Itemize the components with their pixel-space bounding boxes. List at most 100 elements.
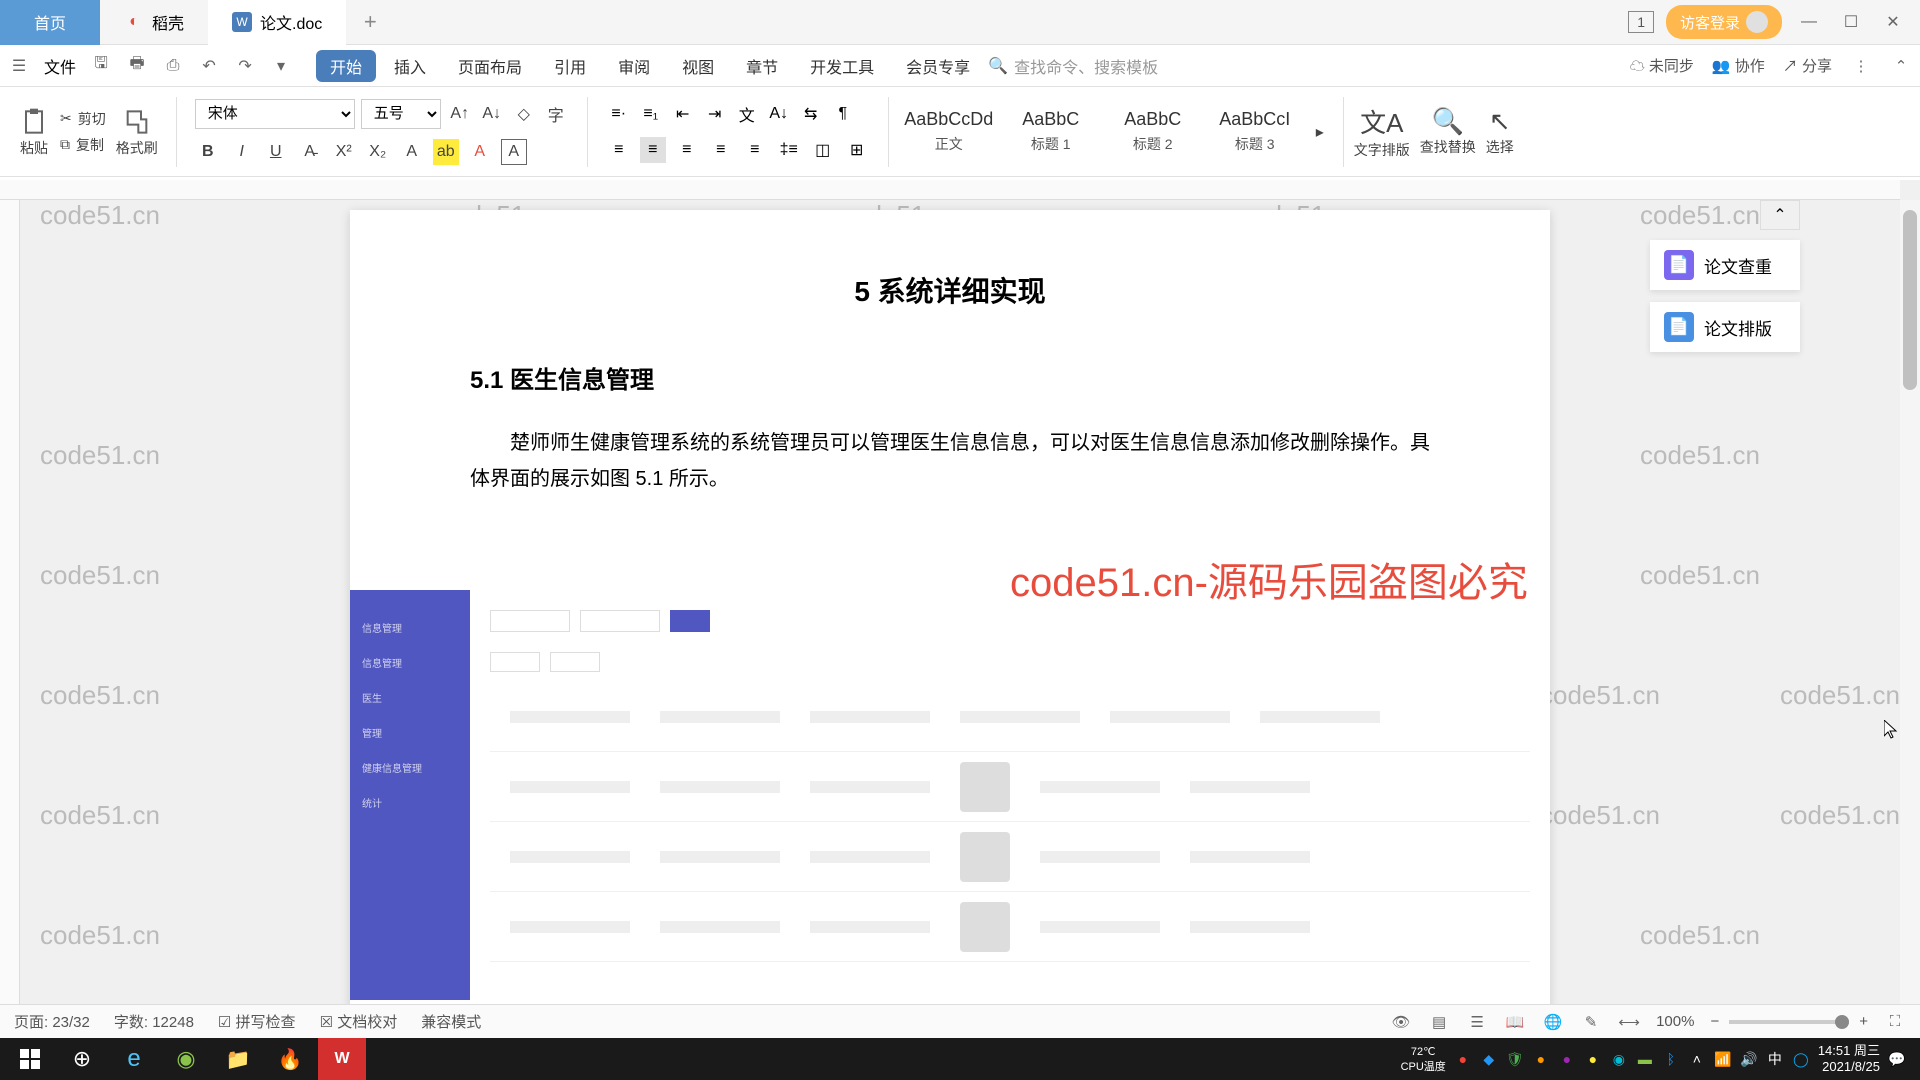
print-icon[interactable]: 🖶 bbox=[126, 55, 148, 77]
task-wps-icon[interactable]: W bbox=[318, 1038, 366, 1080]
copy-button[interactable]: ⧉复制 bbox=[60, 135, 106, 155]
typeset-button[interactable]: 📄 论文排版 bbox=[1650, 302, 1800, 352]
menu-review[interactable]: 审阅 bbox=[604, 50, 664, 82]
style-heading3[interactable]: AaBbCcI标题 3 bbox=[1205, 97, 1305, 167]
panel-toggle-button[interactable]: ⌃ bbox=[1760, 200, 1800, 230]
format-painter-button[interactable]: 格式刷 bbox=[116, 106, 158, 158]
task-app-icon[interactable]: 🔥 bbox=[266, 1038, 314, 1080]
text-layout-button[interactable]: 文A 文字排版 bbox=[1354, 103, 1410, 160]
tab-button[interactable]: ⇆ bbox=[798, 101, 824, 127]
task-explorer-icon[interactable]: 📁 bbox=[214, 1038, 262, 1080]
align-justify-button[interactable]: ≡ bbox=[708, 137, 734, 163]
menu-icon[interactable]: ☰ bbox=[8, 55, 30, 77]
select-button[interactable]: ↖ 选择 bbox=[1486, 106, 1514, 157]
tray-circle-icon[interactable]: ◯ bbox=[1792, 1050, 1810, 1068]
scrollbar-thumb[interactable] bbox=[1903, 210, 1917, 390]
style-heading1[interactable]: AaBbC标题 1 bbox=[1001, 97, 1101, 167]
clear-format-icon[interactable]: ◇ bbox=[511, 101, 537, 127]
collapse-ribbon-icon[interactable]: ⌃ bbox=[1890, 55, 1912, 77]
grow-font-icon[interactable]: A↑ bbox=[447, 101, 473, 127]
show-marks-button[interactable]: ¶ bbox=[830, 101, 856, 127]
menu-page-layout[interactable]: 页面布局 bbox=[444, 50, 536, 82]
file-menu[interactable]: 文件 bbox=[44, 54, 76, 78]
shrink-font-icon[interactable]: A↓ bbox=[479, 101, 505, 127]
strike-button[interactable]: A̵ bbox=[297, 139, 323, 165]
font-size-select[interactable]: 五号 bbox=[361, 99, 441, 129]
tab-docker[interactable]: ◐ 稻壳 bbox=[100, 0, 208, 45]
styles-more-button[interactable]: ▸ bbox=[1307, 119, 1333, 145]
distribute-button[interactable]: ≡ bbox=[742, 137, 768, 163]
find-replace-button[interactable]: 🔍 查找替换 bbox=[1420, 106, 1476, 157]
tray-icon[interactable]: 🛡 bbox=[1506, 1050, 1524, 1068]
eye-care-icon[interactable]: 👁 bbox=[1390, 1011, 1412, 1033]
fit-width-icon[interactable]: ⟷ bbox=[1618, 1011, 1640, 1033]
borders-button[interactable]: ⊞ bbox=[844, 137, 870, 163]
sync-status[interactable]: ☁ 未同步 bbox=[1630, 55, 1694, 76]
font-name-select[interactable]: 宋体 bbox=[195, 99, 355, 129]
tray-icon[interactable]: ● bbox=[1454, 1050, 1472, 1068]
task-copilot-icon[interactable]: ⊕ bbox=[58, 1038, 106, 1080]
tray-icon[interactable]: ● bbox=[1584, 1050, 1602, 1068]
style-normal[interactable]: AaBbCcDd正文 bbox=[899, 97, 999, 167]
align-left-button[interactable]: ≡ bbox=[606, 137, 632, 163]
tab-add-button[interactable]: + bbox=[346, 0, 394, 45]
save-icon[interactable]: 🖫 bbox=[90, 55, 112, 77]
menu-devtools[interactable]: 开发工具 bbox=[796, 50, 888, 82]
share-button[interactable]: ↗ 分享 bbox=[1783, 55, 1832, 76]
bluetooth-icon[interactable]: ᛒ bbox=[1662, 1050, 1680, 1068]
align-right-button[interactable]: ≡ bbox=[674, 137, 700, 163]
phonetic-icon[interactable]: 字 bbox=[543, 101, 569, 127]
text-effect-button[interactable]: A bbox=[399, 139, 425, 165]
markup-icon[interactable]: ✎ bbox=[1580, 1011, 1602, 1033]
notifications-icon[interactable]: 💬 bbox=[1888, 1050, 1906, 1068]
sort-button[interactable]: A↓ bbox=[766, 101, 792, 127]
tray-up-icon[interactable]: ˄ bbox=[1688, 1050, 1706, 1068]
spell-check-toggle[interactable]: ☑ 拼写检查 bbox=[218, 1011, 296, 1032]
page-indicator[interactable]: 页面: 23/32 bbox=[14, 1011, 90, 1032]
tray-icon[interactable]: ◉ bbox=[1610, 1050, 1628, 1068]
undo-icon[interactable]: ↶ bbox=[198, 55, 220, 77]
redo-icon[interactable]: ↷ bbox=[234, 55, 256, 77]
highlight-button[interactable]: ab bbox=[433, 139, 459, 165]
slider-knob[interactable] bbox=[1835, 1015, 1849, 1029]
vertical-scrollbar[interactable] bbox=[1900, 200, 1920, 1038]
zoom-slider[interactable]: − + bbox=[1710, 1013, 1868, 1030]
web-view-icon[interactable]: 🌐 bbox=[1542, 1011, 1564, 1033]
style-heading2[interactable]: AaBbC标题 2 bbox=[1103, 97, 1203, 167]
wifi-icon[interactable]: 📶 bbox=[1714, 1050, 1732, 1068]
menu-chapter[interactable]: 章节 bbox=[732, 50, 792, 82]
bullets-button[interactable]: ≡· bbox=[606, 101, 632, 127]
window-count-badge[interactable]: 1 bbox=[1628, 11, 1654, 33]
increase-indent-button[interactable]: ⇥ bbox=[702, 101, 728, 127]
dropdown-icon[interactable]: ▾ bbox=[270, 55, 292, 77]
tray-icon[interactable]: ● bbox=[1558, 1050, 1576, 1068]
zoom-in-button[interactable]: + bbox=[1859, 1013, 1868, 1030]
horizontal-ruler[interactable] bbox=[0, 180, 1900, 200]
maximize-button[interactable]: ☐ bbox=[1836, 7, 1866, 37]
align-center-button[interactable]: ≡ bbox=[640, 137, 666, 163]
tray-icon[interactable]: ◆ bbox=[1480, 1050, 1498, 1068]
fullscreen-icon[interactable]: ⛶ bbox=[1884, 1011, 1906, 1033]
shading-button[interactable]: ◫ bbox=[810, 137, 836, 163]
font-color-button[interactable]: A bbox=[467, 139, 493, 165]
line-spacing-button[interactable]: ‡≡ bbox=[776, 137, 802, 163]
tray-icon[interactable]: ▬ bbox=[1636, 1050, 1654, 1068]
cut-button[interactable]: ✂剪切 bbox=[60, 109, 106, 129]
superscript-button[interactable]: X² bbox=[331, 139, 357, 165]
tab-document[interactable]: W 论文.doc bbox=[208, 0, 346, 45]
menu-view[interactable]: 视图 bbox=[668, 50, 728, 82]
volume-icon[interactable]: 🔊 bbox=[1740, 1050, 1758, 1068]
tray-icon[interactable]: ● bbox=[1532, 1050, 1550, 1068]
menu-start[interactable]: 开始 bbox=[316, 50, 376, 82]
tab-home[interactable]: 首页 bbox=[0, 0, 100, 45]
zoom-level[interactable]: 100% bbox=[1656, 1013, 1694, 1030]
numbering-button[interactable]: ≡₁ bbox=[638, 101, 664, 127]
bold-button[interactable]: B bbox=[195, 139, 221, 165]
proofread-toggle[interactable]: ☒ 文档校对 bbox=[320, 1011, 398, 1032]
paste-button[interactable]: 粘贴 bbox=[18, 106, 50, 158]
document-page[interactable]: 5 系统详细实现 5.1 医生信息管理 楚师师生健康管理系统的系统管理员可以管理… bbox=[350, 210, 1550, 1010]
close-button[interactable]: ✕ bbox=[1878, 7, 1908, 37]
minimize-button[interactable]: — bbox=[1794, 7, 1824, 37]
word-count[interactable]: 字数: 12248 bbox=[114, 1011, 194, 1032]
guest-login-button[interactable]: 访客登录 bbox=[1666, 5, 1782, 39]
